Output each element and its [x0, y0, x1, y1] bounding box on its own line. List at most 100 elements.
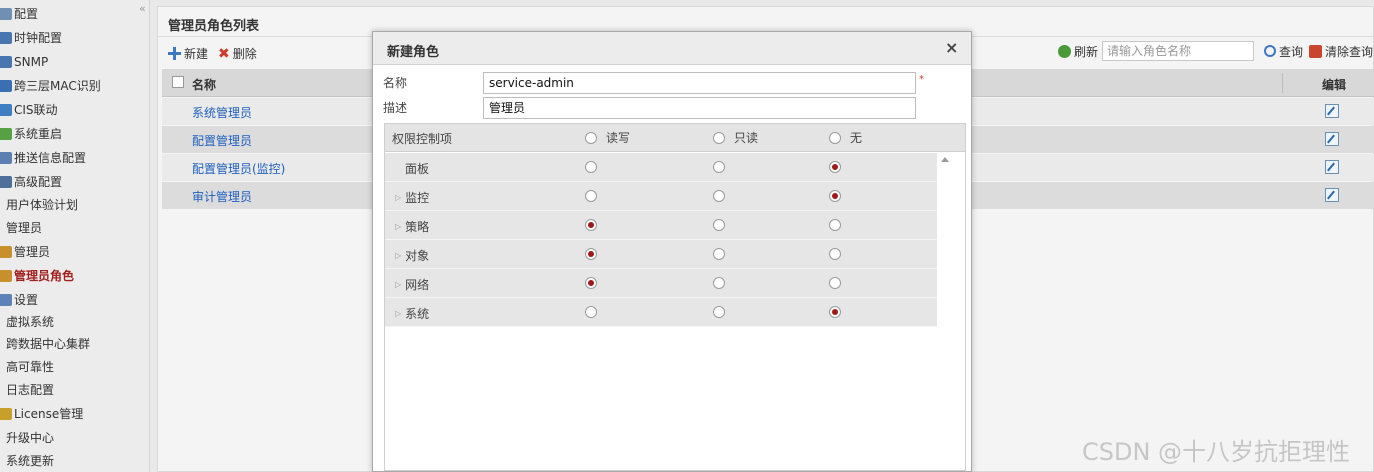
select-all-checkbox[interactable] [172, 76, 184, 88]
permission-name[interactable]: ▷ 对象 [395, 247, 429, 264]
delete-icon: ✖ [218, 45, 230, 62]
gear-icon [0, 176, 12, 188]
restart-icon [0, 128, 12, 140]
permission-radio[interactable] [829, 161, 841, 173]
user-icon [0, 246, 12, 258]
search-icon[interactable] [1263, 45, 1276, 57]
permission-radio[interactable] [829, 219, 841, 231]
permission-row: 面板 [385, 153, 937, 182]
permission-radio[interactable] [829, 277, 841, 289]
permission-radio[interactable] [585, 277, 597, 289]
permission-radio[interactable] [713, 248, 725, 260]
expand-arrow-icon[interactable]: ▷ [395, 280, 401, 289]
permission-radio[interactable] [829, 248, 841, 260]
shield-icon [0, 104, 12, 116]
scrollbar[interactable] [937, 153, 953, 323]
sidebar-item[interactable]: 推送信息配置 [0, 148, 86, 168]
sidebar-item[interactable]: 系统更新 [6, 451, 54, 471]
edit-icon[interactable] [1325, 160, 1339, 174]
permission-name[interactable]: ▷ 系统 [395, 305, 429, 322]
edit-icon[interactable] [1325, 188, 1339, 202]
header-option-read-only[interactable]: 只读 [713, 129, 758, 146]
sidebar-item[interactable]: 用户体验计划 [6, 195, 78, 215]
header-option-none[interactable]: 无 [829, 129, 862, 146]
refresh-button[interactable]: 刷新 [1074, 43, 1098, 60]
scroll-up-arrow-icon[interactable] [941, 157, 949, 162]
permission-name-label: 监控 [405, 191, 430, 205]
permission-name[interactable]: ▷ 网络 [395, 276, 429, 293]
permission-name[interactable]: ▷ 策略 [395, 218, 429, 235]
sidebar-item[interactable]: 高可靠性 [6, 357, 54, 377]
sidebar: « 配置时钟配置 SNMP 跨三层MAC识别 CIS联动系统重启推送信息配置 高级配置用… [0, 0, 150, 472]
sidebar-item[interactable]: 日志配置 [6, 380, 54, 400]
permission-name-label: 对象 [405, 249, 430, 263]
role-name-link[interactable]: 配置管理员(监控) [192, 160, 285, 177]
clear-query-button[interactable]: 清除查询 [1325, 43, 1373, 60]
sidebar-item[interactable]: 系统重启 [0, 124, 62, 144]
permission-radio[interactable] [585, 248, 597, 260]
query-button[interactable]: 查询 [1279, 43, 1303, 60]
dialog-title: 新建角色 [387, 45, 440, 60]
permission-radio[interactable] [585, 190, 597, 202]
option-label: 只读 [734, 131, 759, 145]
permission-header: 权限控制项 读写 只读 无 [385, 124, 965, 152]
edit-icon[interactable] [1325, 132, 1339, 146]
sidebar-item[interactable]: 设置 [0, 290, 38, 310]
sidebar-item[interactable]: CIS联动 [0, 100, 58, 120]
header-option-read-write[interactable]: 读写 [585, 129, 630, 146]
name-label: 名称 [383, 76, 408, 90]
permission-name-label: 网络 [405, 278, 430, 292]
clock-icon [0, 32, 12, 44]
expand-arrow-icon[interactable]: ▷ [395, 309, 401, 318]
sidebar-item-label: 系统重启 [14, 127, 63, 141]
radio-button[interactable] [585, 131, 597, 144]
permission-radio[interactable] [713, 190, 725, 202]
role-name-input[interactable]: service-admin [483, 72, 916, 94]
permission-radio[interactable] [585, 306, 597, 318]
refresh-icon[interactable] [1057, 44, 1071, 58]
sidebar-item-label: 推送信息配置 [14, 151, 87, 165]
permission-radio[interactable] [829, 306, 841, 318]
sidebar-item[interactable]: 管理员 [0, 242, 50, 262]
permission-radio[interactable] [713, 161, 725, 173]
permission-radio[interactable] [829, 190, 841, 202]
delete-button[interactable]: ✖ 删除 [218, 45, 257, 62]
sidebar-item[interactable]: SNMP [0, 52, 48, 72]
expand-arrow-icon[interactable]: ▷ [395, 251, 401, 260]
role-name-link[interactable]: 审计管理员 [192, 188, 252, 205]
role-search-input[interactable]: 请输入角色名称 [1101, 41, 1254, 61]
permission-radio[interactable] [713, 219, 725, 231]
sidebar-item[interactable]: 虚拟系统 [6, 312, 54, 332]
sidebar-item[interactable]: 跨三层MAC识别 [0, 76, 101, 96]
permission-radio[interactable] [713, 277, 725, 289]
new-button[interactable]: 新建 [168, 45, 208, 62]
sidebar-item[interactable]: 时钟配置 [0, 28, 62, 48]
radio-button[interactable] [713, 131, 725, 144]
permission-name[interactable]: ▷ 监控 [395, 189, 429, 206]
role-description-input[interactable]: 管理员 [483, 97, 916, 119]
expand-arrow-icon[interactable]: ▷ [395, 193, 401, 202]
sidebar-item[interactable]: 配置 [0, 4, 38, 24]
role-name-link[interactable]: 配置管理员 [192, 132, 252, 149]
sidebar-item[interactable]: 管理员角色 [0, 266, 74, 286]
radio-button[interactable] [829, 131, 841, 144]
collapse-sidebar-icon[interactable]: « [139, 2, 146, 15]
new-button-label: 新建 [184, 47, 209, 61]
sidebar-item[interactable]: 管理员 [6, 218, 42, 238]
permission-radio[interactable] [713, 306, 725, 318]
sidebar-item-label: 时钟配置 [14, 31, 63, 45]
panel-title: 管理员角色列表 [168, 19, 260, 34]
edit-icon[interactable] [1325, 104, 1339, 118]
sidebar-item[interactable]: 升级中心 [6, 428, 54, 448]
sidebar-item[interactable]: License管理 [0, 404, 83, 424]
sidebar-item[interactable]: 跨数据中心集群 [6, 334, 90, 354]
permission-radio[interactable] [585, 219, 597, 231]
role-name-link[interactable]: 系统管理员 [192, 104, 252, 121]
expand-arrow-icon[interactable]: ▷ [395, 222, 401, 231]
permission-radio[interactable] [585, 161, 597, 173]
close-icon[interactable]: × [945, 38, 958, 57]
sidebar-item-label: 高级配置 [14, 175, 63, 189]
column-separator [1282, 73, 1283, 93]
clear-icon[interactable] [1308, 44, 1322, 58]
sidebar-item[interactable]: 高级配置 [0, 172, 62, 192]
